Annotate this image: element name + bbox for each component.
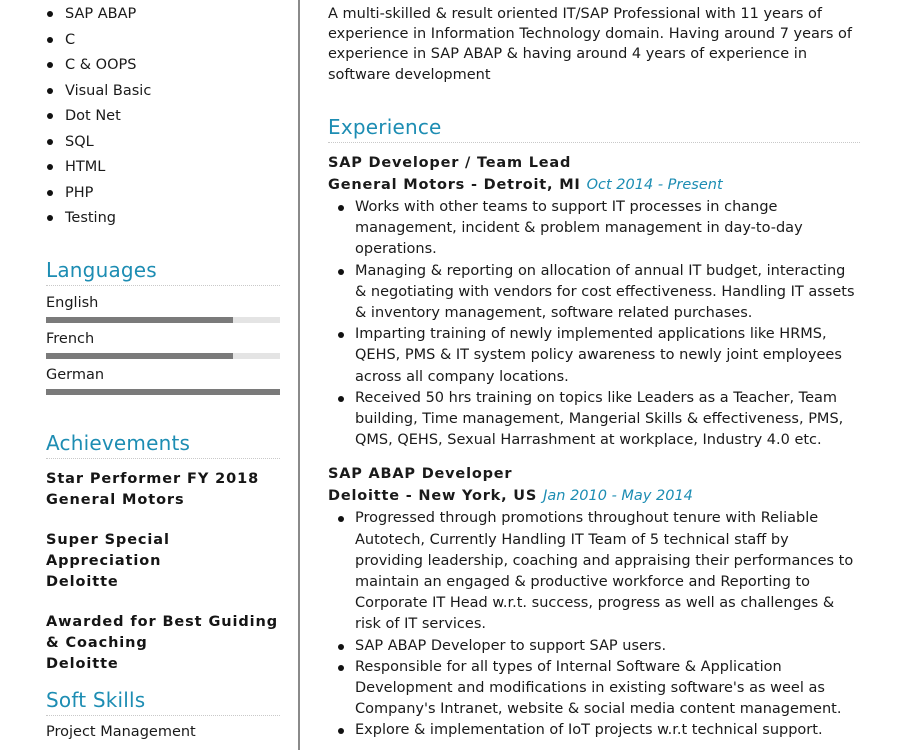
job-bullet: Works with other teams to support IT pro…	[328, 197, 860, 261]
achievement-org: Deloitte	[46, 574, 119, 590]
job-bullet: Responsible for all types of Internal So…	[328, 657, 860, 721]
skill-item: Dot Net	[46, 106, 151, 132]
language-level-bar	[46, 389, 280, 395]
skill-item: SQL	[46, 132, 151, 158]
job-bullet: Progressed through promotions throughout…	[328, 508, 860, 635]
skills-list: SAP ABAP C C & OOPS Visual Basic Dot Net…	[46, 4, 151, 234]
bullet-icon	[47, 11, 53, 17]
achievement-item: Star Performer FY 2018 General Motors	[46, 469, 280, 511]
achievement-org: Deloitte	[46, 656, 119, 672]
job-entry: SAP Developer / Team Lead General Motors…	[328, 152, 860, 451]
bullet-icon	[338, 728, 344, 735]
language-level-bar	[46, 353, 280, 359]
bullet-icon	[47, 164, 53, 170]
job-bullet: Managing & reporting on allocation of an…	[328, 261, 860, 325]
bullet-icon	[338, 268, 344, 275]
skill-item: Testing	[46, 208, 151, 234]
language-name: French	[46, 331, 95, 347]
experience-heading: Experience	[328, 115, 860, 143]
languages-heading: Languages	[46, 258, 280, 286]
job-bullets: Progressed through promotions throughout…	[328, 508, 860, 741]
experience-section: Experience SAP Developer / Team Lead Gen…	[328, 115, 860, 742]
job-dates: Jan 2010 - May 2014	[543, 488, 693, 505]
language-level-fill	[46, 317, 234, 323]
skill-item: C & OOPS	[46, 55, 151, 81]
language-name: English	[46, 295, 99, 311]
job-bullet: Imparting training of newly implemented …	[328, 324, 860, 388]
job-bullet: SAP ABAP Developer to support SAP users.	[328, 636, 860, 657]
job-company: General Motors - Detroit, MI	[328, 177, 581, 193]
language-level-fill	[46, 389, 280, 395]
job-company: Deloitte - New York, US	[328, 488, 538, 505]
bullet-icon	[338, 643, 344, 650]
achievement-item: Awarded for Best Guiding & Coaching Delo…	[46, 612, 280, 675]
job-bullets: Works with other teams to support IT pro…	[328, 197, 860, 451]
job-company-line: General Motors - Detroit, MI Oct 2014 - P…	[328, 174, 860, 196]
bullet-icon	[47, 189, 53, 196]
bullet-icon	[338, 332, 344, 339]
job-title: SAP ABAP Developer	[328, 466, 513, 483]
achievements-section: Achievements Star Performer FY 2018 Gene…	[46, 431, 280, 675]
language-level-bar	[46, 317, 280, 323]
language-name: German	[46, 367, 105, 383]
bullet-icon	[47, 62, 53, 68]
language-item: French	[46, 330, 280, 359]
language-item: German	[46, 366, 280, 395]
job-bullet: Explore & implementation of IoT projects…	[328, 720, 860, 741]
bullet-icon	[47, 215, 53, 221]
language-level-fill	[46, 353, 234, 359]
achievement-org: General Motors	[46, 492, 185, 508]
skill-item: HTML	[46, 157, 151, 183]
achievement-title: Super Special Appreciation	[46, 532, 170, 569]
profile-summary: A multi-skilled & result oriented IT/SAP…	[328, 6, 853, 83]
bullet-icon	[47, 36, 53, 43]
soft-skills-section: Soft Skills Project Management	[46, 688, 280, 742]
column-divider	[298, 0, 300, 750]
job-entry: SAP ABAP Developer Deloitte - New York, …	[328, 463, 860, 741]
achievements-heading: Achievements	[46, 431, 280, 459]
achievement-item: Super Special Appreciation Deloitte	[46, 530, 280, 593]
bullet-icon	[338, 516, 344, 523]
soft-skills-heading: Soft Skills	[46, 688, 280, 716]
bullet-icon	[338, 395, 344, 402]
job-dates: Oct 2014 - Present	[586, 177, 723, 193]
language-item: English	[46, 294, 280, 323]
bullet-icon	[47, 138, 53, 145]
achievement-title: Star Performer FY 2018	[46, 471, 260, 487]
job-company-line: Deloitte - New York, US Jan 2010 - May 20…	[328, 485, 860, 507]
skill-item: PHP	[46, 183, 151, 209]
achievement-title: Awarded for Best Guiding & Coaching	[46, 614, 279, 651]
job-title: SAP Developer / Team Lead	[328, 155, 572, 171]
soft-skill-item: Project Management	[46, 724, 196, 740]
skill-item: Visual Basic	[46, 81, 151, 107]
job-bullet: Received 50 hrs training on topics like …	[328, 388, 860, 452]
bullet-icon	[338, 664, 344, 671]
languages-section: Languages English French German	[46, 258, 280, 395]
bullet-icon	[47, 113, 53, 119]
bullet-icon	[338, 205, 344, 211]
skill-item: SAP ABAP	[46, 4, 151, 30]
skill-item: C	[46, 30, 151, 56]
bullet-icon	[47, 87, 53, 94]
